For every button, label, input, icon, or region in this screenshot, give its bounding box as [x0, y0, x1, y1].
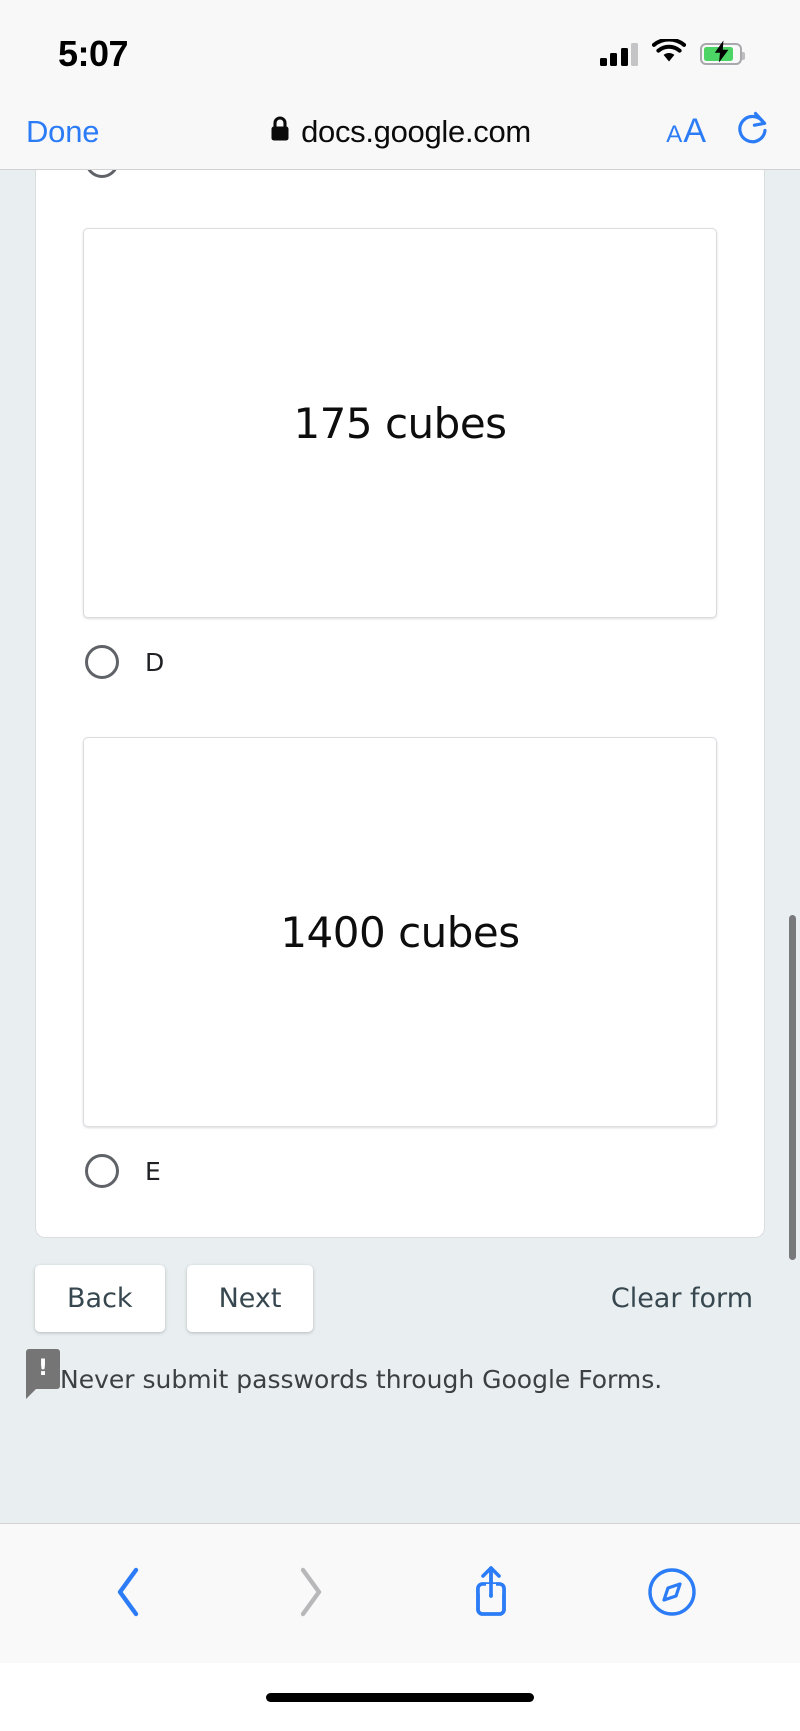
- option-image-text-e: 1400 cubes: [280, 907, 520, 957]
- status-bar-clock: 5:07: [58, 33, 129, 74]
- back-button[interactable]: Back: [35, 1265, 165, 1332]
- warning-tooltip-icon: !: [26, 1349, 60, 1399]
- clear-form-button[interactable]: Clear form: [611, 1283, 753, 1314]
- radio-option-e[interactable]: [85, 1154, 119, 1188]
- nav-back-button[interactable]: [38, 1566, 219, 1621]
- toolbar-actions: AA: [666, 111, 770, 152]
- cellular-signal-icon: [599, 42, 638, 66]
- option-row-d[interactable]: D: [85, 645, 764, 679]
- web-content: 175 cubes D 1400 cubes E Back Next Clear…: [0, 170, 800, 1523]
- form-actions: Back Next Clear form: [0, 1238, 800, 1332]
- option-label-e: E: [145, 1156, 161, 1186]
- safari-top-toolbar: Done docs.google.com AA: [0, 94, 800, 170]
- nav-forward-button[interactable]: [219, 1566, 400, 1621]
- reload-button[interactable]: [736, 111, 770, 152]
- ios-status-bar: 5:07: [0, 0, 800, 94]
- text-size-button[interactable]: AA: [666, 112, 706, 151]
- radio-option-c-partial[interactable]: [85, 170, 119, 178]
- share-icon: [471, 1564, 511, 1623]
- bookmarks-button[interactable]: [581, 1567, 762, 1620]
- password-notice-text: Never submit passwords through Google Fo…: [60, 1365, 663, 1394]
- compass-bookmarks-icon: [647, 1567, 697, 1620]
- option-label-d: D: [145, 647, 165, 677]
- share-button[interactable]: [400, 1564, 581, 1623]
- chevron-right-icon: [295, 1566, 325, 1621]
- safari-bottom-toolbar: [0, 1523, 800, 1663]
- warning-bang-glyph: !: [37, 1356, 49, 1381]
- password-notice: ! Never submit passwords through Google …: [0, 1332, 800, 1399]
- chevron-left-icon: [114, 1566, 144, 1621]
- reload-icon: [736, 111, 770, 152]
- battery-charging-icon: [700, 40, 745, 65]
- home-indicator[interactable]: [266, 1692, 534, 1702]
- next-button[interactable]: Next: [186, 1265, 314, 1332]
- google-form-card: 175 cubes D 1400 cubes E: [35, 170, 765, 1238]
- url-text: docs.google.com: [301, 113, 531, 149]
- option-row-e[interactable]: E: [85, 1154, 764, 1188]
- status-bar-indicators: [599, 37, 745, 69]
- done-button[interactable]: Done: [26, 114, 100, 150]
- option-image-card-e: 1400 cubes: [83, 737, 717, 1127]
- phone-screen: 5:07 Done docs.google.com A A 175 cubes …: [0, 0, 800, 1731]
- wifi-icon: [651, 37, 687, 69]
- option-image-text-d: 175 cubes: [293, 398, 507, 448]
- text-size-small-a: A: [666, 121, 683, 148]
- text-size-large-a: A: [683, 112, 706, 150]
- lock-icon: [269, 115, 291, 148]
- option-image-card-d: 175 cubes: [83, 228, 717, 618]
- radio-option-d[interactable]: [85, 645, 119, 679]
- page-scrollbar[interactable]: [789, 915, 796, 1260]
- home-indicator-area: [0, 1663, 800, 1731]
